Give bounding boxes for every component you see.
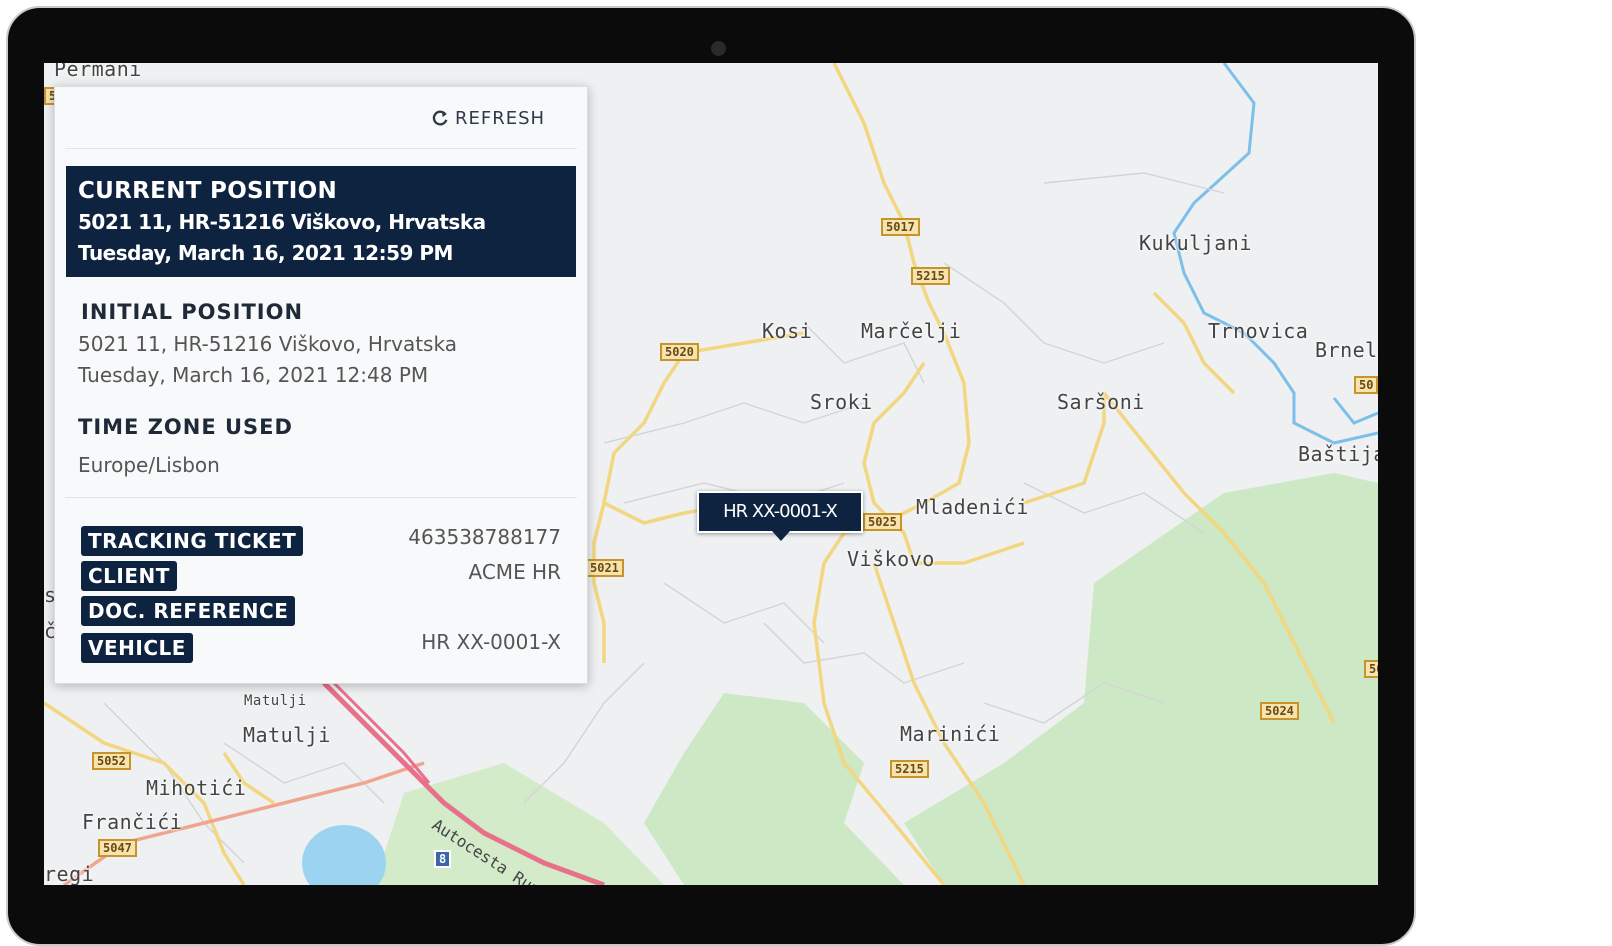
place-label: Trnovica xyxy=(1208,319,1309,343)
place-label: Saršoni xyxy=(1057,390,1145,414)
road-number-shield: 5025 xyxy=(863,513,902,531)
motorway-shield: 8 xyxy=(434,850,452,868)
place-label: Matulji xyxy=(243,723,331,747)
client-label: CLIENT xyxy=(81,561,177,591)
refresh-button[interactable]: REFRESH xyxy=(431,105,545,131)
initial-position-address: 5021 11, HR-51216 Viškovo, Hrvatska xyxy=(78,332,457,356)
marker-pointer xyxy=(772,531,790,541)
camera-icon xyxy=(711,41,726,56)
place-label: Baštijan xyxy=(1298,442,1378,466)
road-number-shield: 5020 xyxy=(660,343,699,361)
place-label: regi xyxy=(44,862,95,885)
place-label: Permani xyxy=(54,63,142,81)
current-position-heading: CURRENT POSITION xyxy=(78,178,338,204)
current-position-block: CURRENT POSITION 5021 11, HR-51216 Viško… xyxy=(66,166,576,277)
road-number-shield: 5052 xyxy=(92,752,131,770)
road-number-shield: 50 xyxy=(1354,376,1378,394)
current-position-timestamp: Tuesday, March 16, 2021 12:59 PM xyxy=(78,241,453,265)
road-number-shield: 5047 xyxy=(98,839,137,857)
forest-area xyxy=(904,473,1378,885)
time-zone-value: Europe/Lisbon xyxy=(78,453,220,477)
river xyxy=(1332,397,1378,425)
vehicle-value: HR XX-0001-X xyxy=(421,630,561,654)
place-label: Marinići xyxy=(900,722,1001,746)
client-value: ACME HR xyxy=(468,560,561,584)
place-label: Marčelji xyxy=(861,319,962,343)
divider xyxy=(65,148,577,149)
time-zone-heading: TIME ZONE USED xyxy=(78,415,293,439)
tracking-ticket-value: 463538788177 xyxy=(408,525,561,549)
initial-position-timestamp: Tuesday, March 16, 2021 12:48 PM xyxy=(78,363,429,387)
road-number-shield: 5024 xyxy=(1260,702,1299,720)
place-label: Frančići xyxy=(82,810,183,834)
road-number-shield: 5021 xyxy=(585,559,624,577)
road-number-shield: 5017 xyxy=(881,218,920,236)
place-label: Kosi xyxy=(762,319,813,343)
place-label: Mihotići xyxy=(146,776,247,800)
divider xyxy=(65,497,577,498)
place-label: Brneli xyxy=(1315,338,1378,362)
road-number-shield: 5215 xyxy=(911,267,950,285)
refresh-label: REFRESH xyxy=(455,107,546,129)
vehicle-label: VEHICLE xyxy=(81,633,193,663)
refresh-icon xyxy=(432,110,448,126)
place-label: Sroki xyxy=(810,390,873,414)
initial-position-heading: INITIAL POSITION xyxy=(81,300,304,324)
place-label: Kukuljani xyxy=(1139,231,1252,255)
place-label: Viškovo xyxy=(847,547,935,571)
current-position-address: 5021 11, HR-51216 Viškovo, Hrvatska xyxy=(78,210,486,234)
place-label: Matulji xyxy=(244,693,307,709)
road-number-shield: 5215 xyxy=(890,760,929,778)
tracking-ticket-label: TRACKING TICKET xyxy=(81,526,304,556)
doc-reference-label: DOC. REFERENCE xyxy=(81,596,296,626)
tracking-info-panel: REFRESH CURRENT POSITION 5021 11, HR-512… xyxy=(54,86,588,684)
road-number-shield: 50 xyxy=(1364,660,1378,678)
place-label: Mladenići xyxy=(916,495,1029,519)
vehicle-marker[interactable]: HR XX-0001-X xyxy=(697,491,863,533)
lake xyxy=(302,825,386,885)
